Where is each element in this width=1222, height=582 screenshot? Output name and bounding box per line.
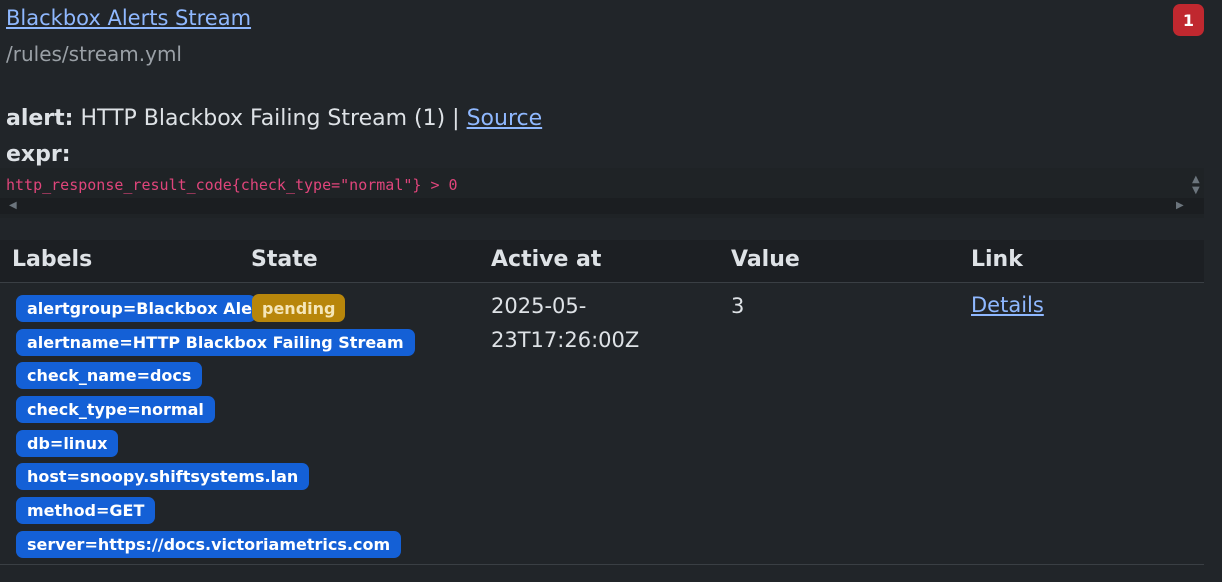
group-title-link[interactable]: Blackbox Alerts Stream	[6, 6, 251, 30]
header-labels: Labels	[12, 247, 93, 272]
header-state: State	[251, 247, 318, 272]
alert-line: alert: HTTP Blackbox Failing Stream (1) …	[6, 106, 542, 131]
label-badge: host=snoopy.shiftsystems.lan	[16, 463, 310, 490]
state-badge-pending: pending	[252, 294, 346, 322]
label-badge: check_name=docs	[16, 362, 203, 389]
details-link[interactable]: Details	[971, 293, 1044, 317]
active-at-line-2: 23T17:26:00Z	[491, 328, 640, 352]
label-badge: method=GET	[16, 497, 156, 524]
row-divider	[0, 564, 1204, 565]
label-badge: check_type=normal	[16, 396, 215, 423]
label-badge: alertname=HTTP Blackbox Failing Stream	[16, 329, 415, 356]
expr-label: expr:	[6, 142, 71, 167]
header-link: Link	[971, 247, 1023, 272]
scroll-left-icon[interactable]: ◀	[9, 201, 17, 211]
label-badge: db=linux	[16, 430, 119, 457]
expr-code-block[interactable]: http_response_result_code{check_type="no…	[0, 168, 1204, 218]
label-badge: alertgroup=Blackbox Alerts Stream	[16, 295, 256, 322]
header-active-at: Active at	[491, 247, 602, 272]
value-cell: 3	[731, 294, 745, 318]
separator: |	[452, 106, 460, 131]
alerts-table-header: Labels State Active at Value Link	[0, 240, 1204, 283]
scroll-down-icon[interactable]: ▼	[1192, 186, 1200, 196]
alert-count-badge: 1	[1173, 4, 1204, 36]
source-link[interactable]: Source	[467, 106, 543, 131]
rule-file-path: /rules/stream.yml	[6, 42, 182, 66]
expr-code: http_response_result_code{check_type="no…	[6, 176, 458, 194]
header-value: Value	[731, 247, 800, 272]
label-badge: server=https://docs.victoriametrics.com	[16, 531, 402, 558]
horizontal-scrollbar[interactable]: ◀ ▶	[0, 198, 1204, 214]
alert-name: HTTP Blackbox Failing Stream (1)	[80, 106, 446, 131]
active-at-line-1: 2025-05-	[491, 294, 587, 318]
scroll-up-icon[interactable]: ▲	[1192, 175, 1200, 185]
alert-label: alert:	[6, 106, 74, 131]
scroll-right-icon[interactable]: ▶	[1176, 201, 1184, 211]
